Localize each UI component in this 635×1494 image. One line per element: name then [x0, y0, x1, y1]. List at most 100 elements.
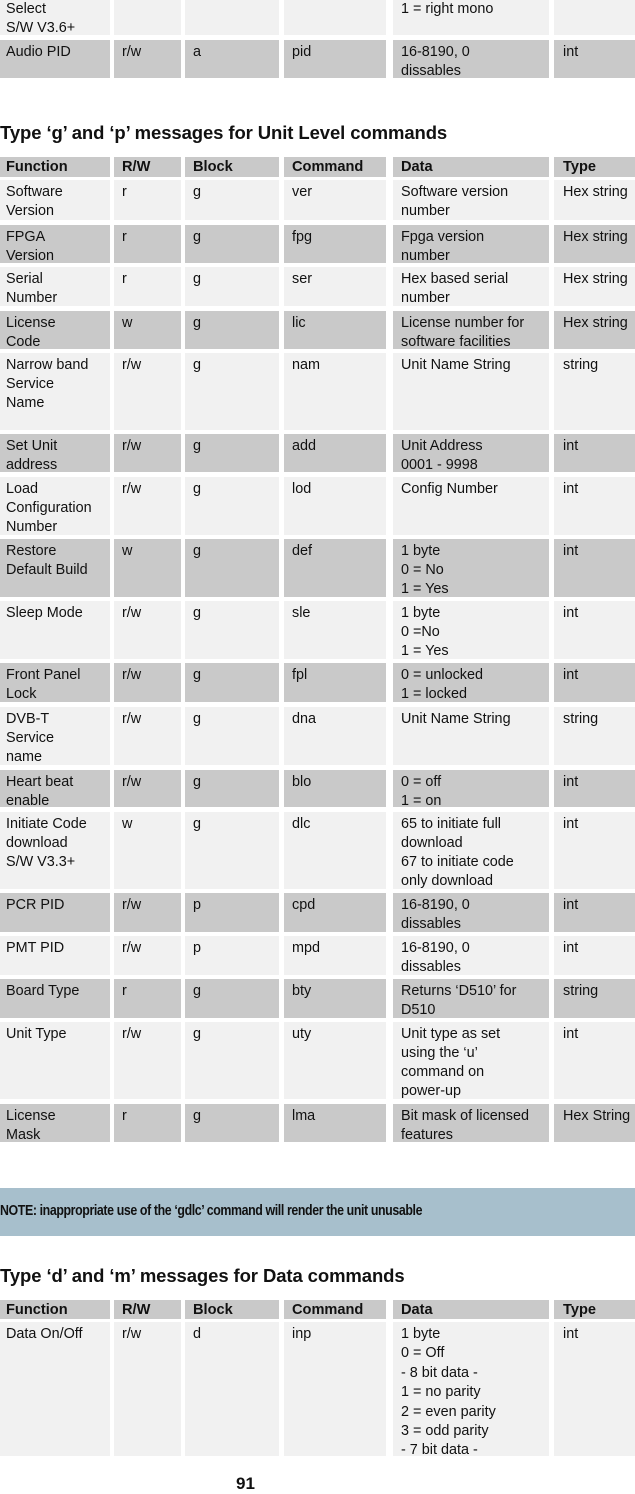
column-header-block: Block [185, 157, 279, 177]
cell-command [284, 0, 386, 35]
cell-type: string [554, 707, 635, 765]
cell-block: g [185, 353, 279, 430]
cell-block [185, 0, 279, 35]
cell-function: Audio PID [0, 40, 110, 78]
cell-command: pid [284, 40, 386, 78]
cell-function: Software Version [0, 180, 110, 220]
cell-block: g [185, 1104, 279, 1142]
cell-rw: r/w [114, 353, 181, 430]
cell-rw: r/w [114, 893, 181, 932]
cell-type: int [554, 477, 635, 535]
cell-rw: r/w [114, 477, 181, 535]
cell-function: Initiate Code download S/W V3.3+ [0, 812, 110, 889]
cell-block: g [185, 812, 279, 889]
cell-data: 0 = off 1 = on [393, 770, 549, 809]
table-row: FPGA Version r g fpg Fpga version number Hex … [0, 225, 635, 264]
cell-block: g [185, 770, 279, 807]
cell-type: int [554, 40, 635, 78]
table-row: Software Version r g ver Software version nu… [0, 180, 635, 220]
cell-command: bty [284, 979, 386, 1018]
cell-block: g [185, 1022, 279, 1099]
cell-block: g [185, 267, 279, 306]
column-header-data: Data [393, 157, 549, 177]
cell-function: Restore Default Build [0, 539, 110, 597]
cell-block: g [185, 225, 279, 263]
cell-block: g [185, 601, 279, 659]
cell-function: Board Type [0, 979, 110, 1018]
cell-rw [114, 0, 181, 35]
cell-command: lic [284, 311, 386, 349]
cell-function: DVB-T Service name [0, 707, 110, 765]
cell-type: Hex string [554, 180, 635, 220]
cell-command: uty [284, 1022, 386, 1099]
column-header-command: Command [284, 157, 386, 177]
cell-type: int [554, 812, 635, 889]
cell-block: g [185, 434, 279, 472]
cell-data: Fpga version number [393, 225, 549, 264]
cell-rw: r [114, 267, 181, 306]
cell-rw: w [114, 311, 181, 349]
table-row: Select S/W V3.6+ 1 = right mono [0, 0, 635, 36]
cell-data: 1 byte 0 = No 1 = Yes [393, 539, 549, 597]
section-heading-unit: Type ‘g’ and ‘p’ messages for Unit Level… [0, 122, 448, 143]
cell-command: inp [284, 1322, 386, 1456]
cell-type: string [554, 979, 635, 1018]
section-heading-data: Type ‘d’ and ‘m’ messages for Data comma… [0, 1265, 405, 1286]
cell-type: int [554, 1022, 635, 1099]
cell-function: Select S/W V3.6+ [0, 0, 110, 36]
cell-command: def [284, 539, 386, 597]
cell-function: FPGA Version [0, 225, 110, 264]
column-header-command: Command [284, 1300, 386, 1319]
cell-type: int [554, 1322, 635, 1456]
cell-function: Serial Number [0, 267, 110, 306]
table-row: License Code w g lic License number for soft… [0, 311, 635, 350]
cell-data: Unit Name String [393, 353, 549, 430]
table-row: Unit Type r/w g uty Unit type as set using t… [0, 1022, 635, 1099]
column-header-function: Function [0, 1300, 110, 1319]
cell-block: d [185, 1322, 279, 1456]
column-header-type: Type [554, 157, 635, 177]
table-row: Set Unit address r/w g add Unit Address 0001… [0, 434, 635, 473]
cell-command: fpl [284, 663, 386, 702]
cell-command: mpd [284, 936, 386, 975]
cell-data: Unit Name String [393, 707, 549, 765]
cell-command: fpg [284, 225, 386, 263]
table-row: Board Type r g bty Returns ‘D510’ for D510 st… [0, 979, 635, 1018]
cell-function: Set Unit address [0, 434, 110, 473]
cell-block: g [185, 180, 279, 220]
cell-block: a [185, 40, 279, 78]
cell-rw: r [114, 180, 181, 220]
cell-command: ser [284, 267, 386, 306]
warning-note-text: NOTE: inappropriate use of the ‘gdlc’ co… [0, 1203, 423, 1219]
cell-data: 1 = right mono [393, 0, 549, 35]
cell-type: Hex string [554, 311, 635, 349]
cell-command: nam [284, 353, 386, 430]
table-row: Sleep Mode r/w g sle 1 byte 0 =No 1 = Yes int [0, 601, 635, 659]
cell-function: Data On/Off [0, 1322, 110, 1456]
cell-data: Bit mask of licensed features [393, 1104, 549, 1143]
cell-data: 65 to initiate full download 67 to initi… [393, 812, 549, 889]
cell-rw: w [114, 539, 181, 597]
cell-block: g [185, 311, 279, 349]
cell-data: Unit Address 0001 - 9998 [393, 434, 549, 473]
table-row: PCR PID r/w p cpd 16-8190, 0 dissables int [0, 893, 635, 932]
cell-function: Heart beat enable [0, 770, 110, 809]
table-row: Audio PID r/w a pid 16-8190, 0 dissables… [0, 40, 635, 79]
cell-type: int [554, 936, 635, 975]
cell-block: g [185, 707, 279, 765]
cell-rw: w [114, 812, 181, 889]
table-row: PMT PID r/w p mpd 16-8190, 0 dissables int [0, 936, 635, 975]
cell-data: 16-8190, 0 dissables [393, 936, 549, 975]
cell-rw: r/w [114, 663, 181, 702]
cell-data: Returns ‘D510’ for D510 [393, 979, 549, 1018]
cell-type [554, 0, 635, 35]
cell-rw: r/w [114, 434, 181, 472]
cell-function: Load Configuration Number [0, 477, 110, 535]
cell-data: Unit type as set using the ‘u’ command o… [393, 1022, 549, 1099]
cell-function: License Code [0, 311, 110, 350]
cell-data: Config Number [393, 477, 549, 535]
cell-type: int [554, 663, 635, 702]
cell-rw: r/w [114, 1022, 181, 1099]
warning-note: NOTE: inappropriate use of the ‘gdlc’ co… [0, 1188, 635, 1236]
cell-rw: r [114, 979, 181, 1018]
